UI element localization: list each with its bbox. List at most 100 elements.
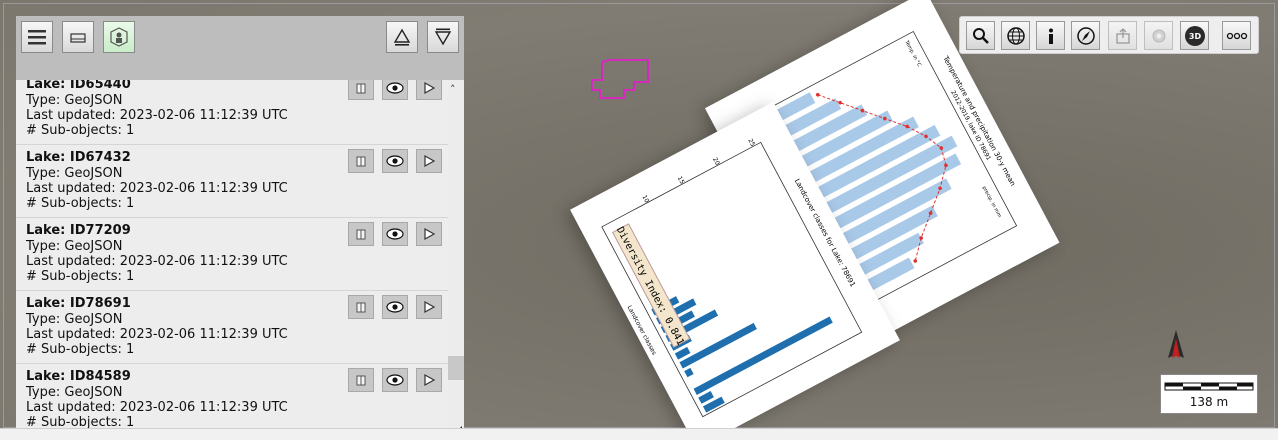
- info-button[interactable]: [1036, 21, 1065, 50]
- play-button[interactable]: [416, 80, 442, 100]
- landcover-ytick: 25: [746, 138, 756, 148]
- layers-icon: [70, 33, 86, 43]
- item-type: Type: GeoJSON: [26, 312, 123, 327]
- list-item[interactable]: Lake: ID65440 Type: GeoJSON Last updated…: [16, 80, 448, 145]
- item-type: Type: GeoJSON: [26, 239, 123, 254]
- visibility-button[interactable]: [382, 222, 408, 246]
- list-item[interactable]: Lake: ID78691 Type: GeoJSON Last updated…: [16, 291, 448, 364]
- triangle-up-icon: [393, 28, 411, 46]
- play-icon: [424, 227, 436, 241]
- map-toolbar: 3D: [959, 16, 1259, 54]
- scroll-up-icon[interactable]: ˄: [450, 83, 456, 96]
- play-button[interactable]: [416, 149, 442, 173]
- eye-icon: [386, 228, 404, 240]
- extrude-button[interactable]: [348, 368, 374, 392]
- settings-icon: [1152, 29, 1165, 42]
- play-button[interactable]: [416, 222, 442, 246]
- extrude-button[interactable]: [348, 295, 374, 319]
- item-subobjects: # Sub-objects: 1: [26, 342, 135, 357]
- landcover-ytick: 15: [676, 175, 686, 185]
- item-title: Lake: ID77209: [26, 223, 131, 238]
- cube-icon: [356, 302, 366, 313]
- item-title: Lake: ID78691: [26, 296, 131, 311]
- lake-outline[interactable]: [588, 58, 652, 102]
- temp-point: [913, 259, 918, 263]
- search-icon: [972, 27, 989, 44]
- item-subobjects: # Sub-objects: 1: [26, 123, 135, 138]
- user-button[interactable]: [103, 21, 135, 53]
- layer-list: Lake: ID65440 Type: GeoJSON Last updated…: [16, 80, 448, 436]
- eye-icon: [386, 374, 404, 386]
- visibility-button[interactable]: [382, 295, 408, 319]
- item-type: Type: GeoJSON: [26, 93, 123, 108]
- visibility-button[interactable]: [382, 368, 408, 392]
- play-icon: [424, 81, 436, 95]
- app-window: Temperature and precipitation 30-y mean …: [0, 0, 1278, 440]
- eye-icon: [386, 155, 404, 167]
- share-icon: [1115, 27, 1130, 44]
- list-item[interactable]: Lake: ID67432 Type: GeoJSON Last updated…: [16, 145, 448, 218]
- info-icon: [1048, 28, 1053, 44]
- item-updated: Last updated: 2023-02-06 11:12:39 UTC: [26, 327, 288, 342]
- list-item[interactable]: Lake: ID84589 Type: GeoJSON Last updated…: [16, 364, 448, 436]
- play-button[interactable]: [416, 368, 442, 392]
- north-arrow-icon: [1168, 330, 1184, 358]
- 3d-icon: 3D: [1184, 25, 1205, 46]
- scale-ruler: [1164, 382, 1254, 391]
- share-button[interactable]: [1108, 21, 1137, 50]
- more-button[interactable]: [1222, 21, 1251, 50]
- item-updated: Last updated: 2023-02-06 11:12:39 UTC: [26, 400, 288, 415]
- move-up-button[interactable]: [386, 21, 418, 53]
- globe-button[interactable]: [1001, 21, 1030, 50]
- item-title: Lake: ID65440: [26, 80, 131, 92]
- item-subobjects: # Sub-objects: 1: [26, 269, 135, 284]
- landcover-bar: [693, 316, 833, 395]
- compass-icon: [1076, 26, 1095, 45]
- visibility-button[interactable]: [382, 149, 408, 173]
- temp-point: [816, 92, 820, 97]
- eye-icon: [386, 82, 404, 94]
- settings-button[interactable]: [1144, 21, 1173, 50]
- menu-button[interactable]: [21, 21, 53, 53]
- item-updated: Last updated: 2023-02-06 11:12:39 UTC: [26, 181, 288, 196]
- scrollbar-thumb[interactable]: [448, 356, 464, 380]
- item-updated: Last updated: 2023-02-06 11:12:39 UTC: [26, 254, 288, 269]
- extrude-button[interactable]: [348, 222, 374, 246]
- hamburger-icon: [28, 30, 46, 45]
- play-icon: [424, 300, 436, 314]
- item-title: Lake: ID84589: [26, 369, 131, 384]
- extrude-button[interactable]: [348, 149, 374, 173]
- item-subobjects: # Sub-objects: 1: [26, 196, 135, 211]
- list-item[interactable]: Lake: ID77209 Type: GeoJSON Last updated…: [16, 218, 448, 291]
- more-icon: [1226, 32, 1247, 39]
- visibility-button[interactable]: [382, 80, 408, 100]
- precip-label: precip. in mm: [981, 185, 1003, 218]
- play-icon: [424, 154, 436, 168]
- play-button[interactable]: [416, 295, 442, 319]
- item-updated: Last updated: 2023-02-06 11:12:39 UTC: [26, 108, 288, 123]
- play-icon: [424, 373, 436, 387]
- cube-icon: [356, 83, 366, 94]
- eye-icon: [386, 301, 404, 313]
- layers-button[interactable]: [62, 21, 94, 53]
- triangle-down-icon: [434, 28, 452, 46]
- scale-label: 138 m: [1189, 395, 1229, 409]
- layers-panel: Lake: ID65440 Type: GeoJSON Last updated…: [16, 16, 464, 436]
- landcover-bar: [684, 367, 694, 378]
- globe-icon: [1006, 26, 1025, 45]
- cube-icon: [356, 156, 366, 167]
- panel-header: [16, 16, 464, 80]
- item-title: Lake: ID67432: [26, 150, 131, 165]
- scrollbar[interactable]: [448, 80, 464, 436]
- 3d-label: 3D: [1188, 32, 1201, 41]
- navigation-button[interactable]: [1071, 21, 1100, 50]
- landcover-ytick: 20: [711, 156, 721, 166]
- 3d-button[interactable]: 3D: [1180, 21, 1209, 50]
- landcover-ytick: 10: [640, 194, 650, 204]
- move-down-button[interactable]: [427, 21, 459, 53]
- scale-bar: 138 m: [1160, 374, 1258, 414]
- cube-icon: [356, 375, 366, 386]
- item-type: Type: GeoJSON: [26, 385, 123, 400]
- extrude-button[interactable]: [348, 80, 374, 100]
- search-button[interactable]: [966, 21, 995, 50]
